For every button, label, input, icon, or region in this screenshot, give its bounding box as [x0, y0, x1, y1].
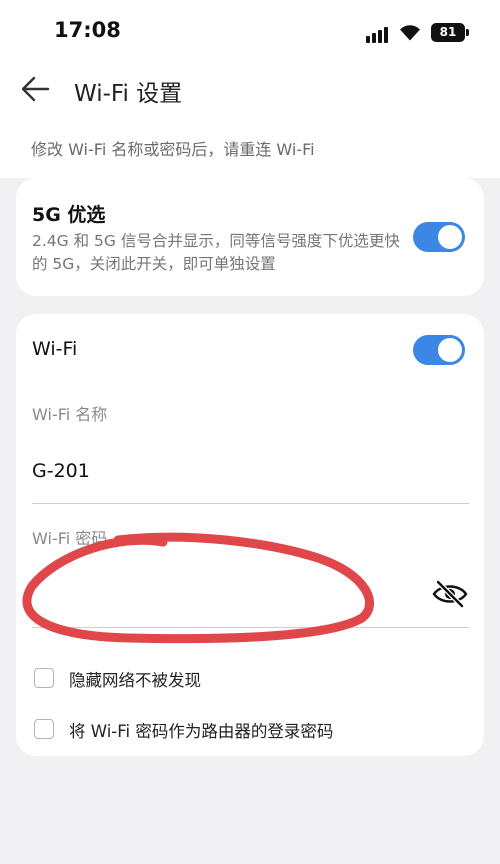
band-priority-description: 2.4G 和 5G 信号合并显示，同等信号强度下优选更快的 5G，关闭此开关，即… [32, 232, 400, 273]
hide-network-checkbox[interactable] [34, 668, 54, 688]
clock: 17:08 [54, 18, 121, 42]
wifi-name-field[interactable]: G-201 [32, 454, 469, 504]
band-priority-title: 5G 优选 [32, 204, 106, 226]
wifi-password-field[interactable] [32, 572, 469, 628]
hide-network-label: 隐藏网络不被发现 [69, 671, 201, 690]
wifi-name-value: G-201 [32, 460, 90, 482]
use-as-admin-password-checkbox[interactable] [34, 719, 54, 739]
wifi-icon [400, 25, 420, 41]
battery-icon: 81 [431, 23, 469, 42]
band-priority-toggle[interactable] [413, 222, 465, 252]
page-header: Wi-Fi 设置 修改 Wi-Fi 名称或密码后，请重连 Wi-Fi [0, 66, 500, 178]
status-bar: 17:08 81 [0, 0, 500, 66]
wifi-switch-label: Wi-Fi [32, 338, 78, 360]
cellular-signal-icon [366, 25, 392, 43]
wifi-toggle[interactable] [413, 335, 465, 365]
reconnect-hint: 修改 Wi-Fi 名称或密码后，请重连 Wi-Fi [31, 140, 315, 159]
band-priority-card: 5G 优选 2.4G 和 5G 信号合并显示，同等信号强度下优选更快的 5G，关… [16, 178, 484, 296]
wifi-name-label: Wi-Fi 名称 [32, 405, 108, 424]
battery-level: 81 [439, 25, 457, 39]
wifi-password-label: Wi-Fi 密码 [32, 529, 108, 548]
wifi-settings-card: Wi-Fi Wi-Fi 名称 G-201 Wi-Fi 密码 隐藏网络不被发现 将… [16, 314, 484, 756]
hide-password-eye-icon[interactable] [431, 579, 469, 609]
back-arrow-icon[interactable] [20, 75, 52, 103]
use-as-admin-password-label: 将 Wi-Fi 密码作为路由器的登录密码 [69, 722, 334, 741]
page-title: Wi-Fi 设置 [74, 81, 183, 107]
